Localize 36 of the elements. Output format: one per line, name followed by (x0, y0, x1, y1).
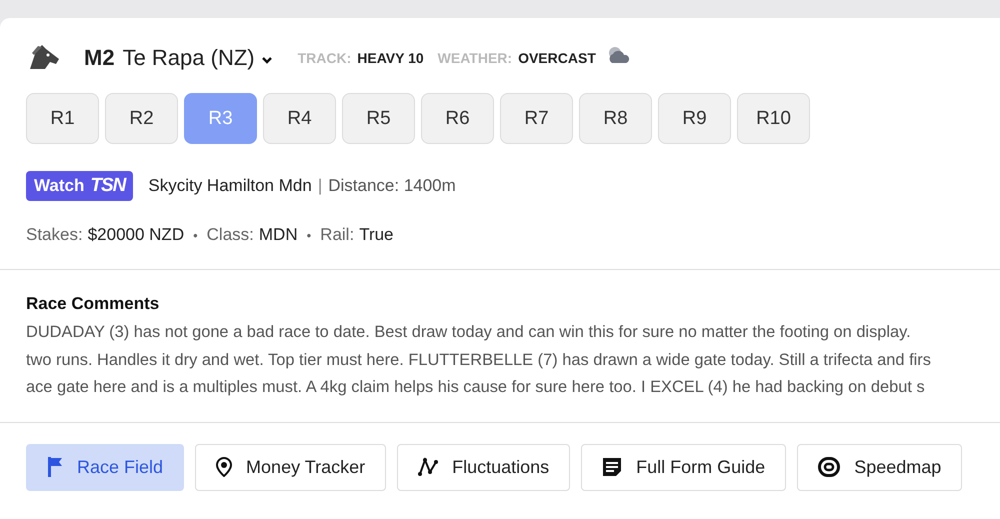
section-tab[interactable]: Fluctuations (397, 444, 570, 490)
race-tab[interactable]: R5 (342, 93, 415, 144)
comment-line: ace gate here and is a multiples must. A 4kg claim helps his cause for sure here too. I EXCEL (4) he had backing on debut s (26, 377, 926, 398)
race-name: Skycity Hamilton Mdn (148, 176, 312, 196)
comment-line: two runs. Handles it dry and wet. Top tier must here. FLUTTERBELLE (7) has drawn a wide gate today. Still a trifecta and firs (26, 350, 932, 370)
track-label: TRACK: (298, 50, 352, 66)
detail-label: Stakes: (26, 225, 83, 245)
bullet-separator: • (193, 228, 198, 242)
race-tab[interactable]: R9 (658, 93, 731, 144)
race-tab[interactable]: R1 (26, 93, 99, 144)
race-tab[interactable]: R4 (263, 93, 336, 144)
weather-label: WEATHER: (438, 50, 512, 66)
race-tab[interactable]: R7 (500, 93, 573, 144)
race-tab[interactable]: R8 (579, 93, 652, 144)
detail-value: True (359, 225, 394, 245)
track-value: HEAVY 10 (357, 50, 424, 66)
weather-value: OVERCAST (518, 50, 596, 66)
comment-line: DUDADAY (3) has not gone a bad race to date. Best draw today and can win this for sure no matter the footing on display. (26, 322, 912, 343)
comments-title: Race Comments (26, 294, 160, 314)
section-tab[interactable]: Full Form Guide (581, 444, 786, 490)
detail-value: $20000 NZD (88, 225, 184, 245)
detail-label: Rail: (320, 225, 354, 245)
detail-label: Class: (206, 225, 254, 245)
race-tab[interactable]: R2 (105, 93, 178, 144)
section-tab[interactable]: Race Field (26, 444, 184, 490)
separator: | (318, 176, 322, 196)
section-tab[interactable]: Speedmap (797, 444, 962, 490)
section-tab[interactable]: Money Tracker (195, 444, 386, 490)
venue-name[interactable]: Te Rapa (NZ) (122, 45, 255, 71)
watch-tsn-button[interactable]: Watch TSN (26, 171, 134, 201)
detail-value: MDN (258, 225, 298, 245)
meeting-code: M2 (84, 45, 115, 71)
race-tab[interactable]: R10 (737, 93, 810, 144)
race-tab[interactable]: R6 (421, 93, 494, 144)
bullet-separator: • (306, 228, 312, 242)
race-distance: Distance: 1400m (328, 176, 456, 196)
